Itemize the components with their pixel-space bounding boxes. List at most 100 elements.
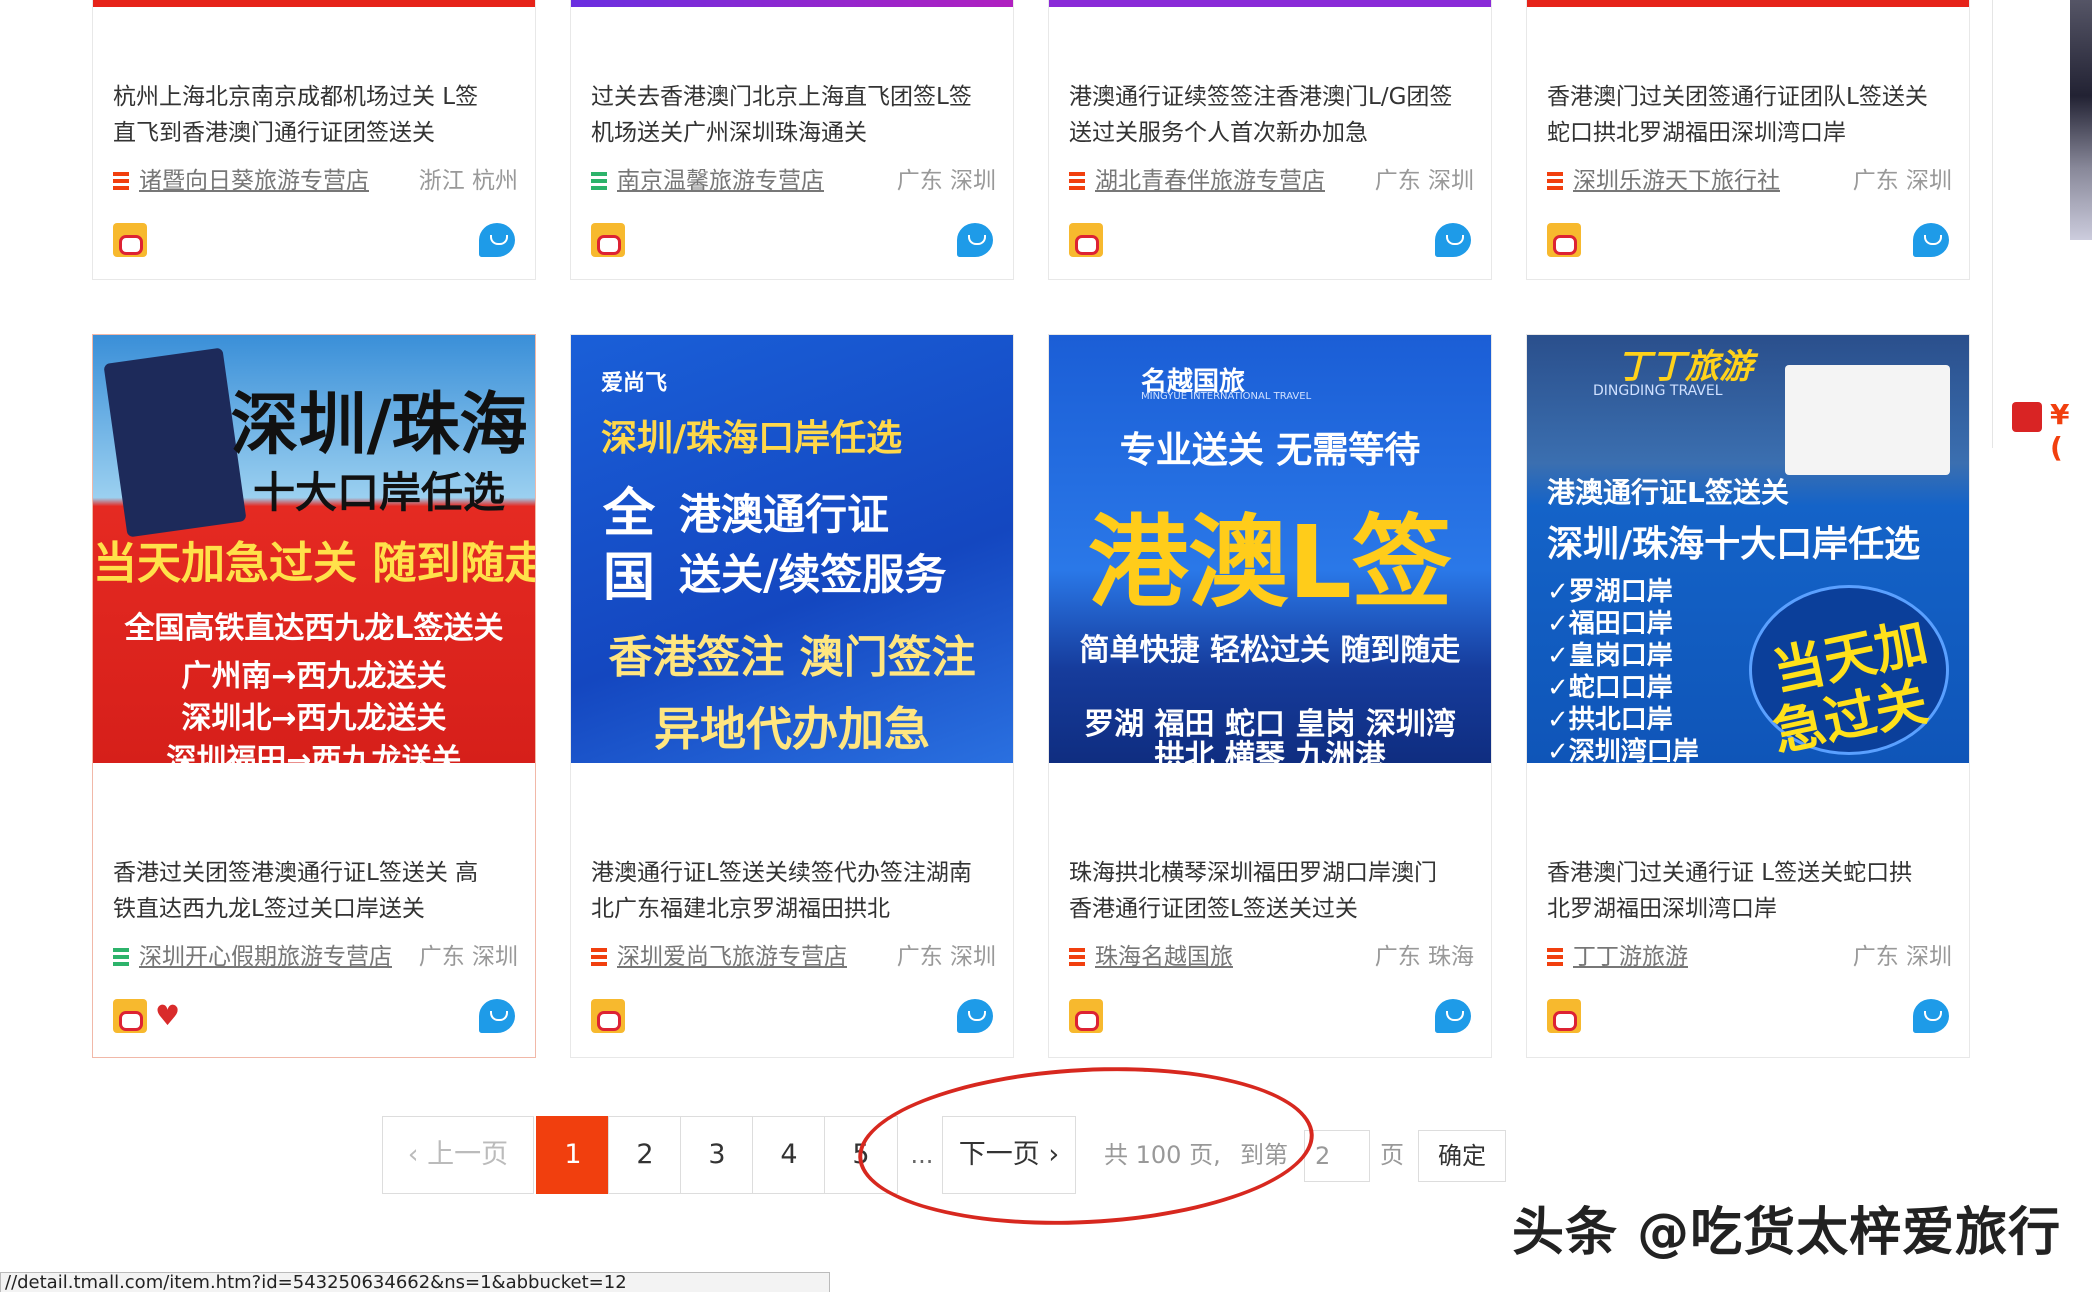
product-image[interactable]: 名越国旅 MINGYUE INTERNATIONAL TRAVEL 专业送关 无… — [1049, 335, 1491, 763]
heart-badge-icon: ♥ — [155, 999, 181, 1032]
product-image[interactable] — [1049, 0, 1491, 7]
shop-row: 深圳爱尚飞旅游专营店 广东 深圳 — [591, 939, 996, 975]
shop-row: 南京温馨旅游专营店 广东 深圳 — [591, 163, 996, 199]
id-card-graphic — [1785, 365, 1950, 475]
wangwang-chat-icon[interactable] — [479, 223, 515, 257]
banner-text: 港澳L签 — [1088, 504, 1452, 621]
product-title[interactable]: 港澳通行证L签送关续签代办签注湖南 北广东福建北京罗湖福田拱北 — [591, 855, 991, 927]
annotation-circle — [854, 1056, 1318, 1236]
banner-text: 十大口岸任选 — [252, 468, 505, 517]
wangwang-chat-icon[interactable] — [1913, 999, 1949, 1033]
shop-location: 广东 深圳 — [418, 944, 518, 970]
shop-location: 广东 深圳 — [1852, 168, 1952, 194]
product-title[interactable]: 杭州上海北京南京成都机场过关 L签 直飞到香港澳门通行证团签送关 — [113, 79, 513, 151]
banner-text: 深圳北→西九龙送关 — [181, 701, 447, 736]
banner-text: 港澳通行证L签送关 — [1547, 476, 1789, 509]
product-image[interactable] — [1527, 0, 1969, 7]
shop-icon — [113, 948, 129, 966]
banner-text: 丁丁旅游 — [1617, 347, 1753, 387]
shop-icon — [1069, 948, 1085, 966]
banner-text: 送关/续签服务 — [679, 550, 947, 599]
side-product-image[interactable] — [2070, 0, 2092, 240]
wangwang-chat-icon[interactable] — [1435, 223, 1471, 257]
page-1-button[interactable]: 1 — [536, 1116, 610, 1194]
product-title[interactable]: 珠海拱北横琴深圳福田罗湖口岸澳门 香港通行证团签L签送关过关 — [1069, 855, 1469, 927]
shop-icon — [1069, 172, 1085, 190]
product-image[interactable]: 爱尚飞 深圳/珠海口岸任选 全 国 港澳通行证 送关/续签服务 香港签注 澳门签… — [571, 335, 1013, 763]
product-title[interactable]: 港澳通行证续签签注香港澳门L/G团签 送过关服务个人首次新办加急 — [1069, 79, 1469, 151]
product-title[interactable]: 香港过关团签港澳通行证L签送关 高铁直达西九龙L签过关口岸送关 — [113, 855, 513, 927]
product-card[interactable]: 过关去香港澳门北京上海直飞团签L签 机场送关广州深圳珠海通关 南京温馨旅游专营店 … — [570, 0, 1014, 280]
banner-text: ✓深圳湾口岸 — [1547, 737, 1699, 763]
shop-row: 诸暨向日葵旅游专营店 浙江 杭州 — [113, 163, 518, 199]
product-title[interactable]: 香港澳门过关通行证 L签送关蛇口拱 北罗湖福田深圳湾口岸 — [1547, 855, 1947, 927]
product-image[interactable]: 深圳/珠海 十大口岸任选 当天加急过关 随到随走 全国高铁直达西九龙L签送关 广… — [93, 335, 535, 763]
banner-text: 深圳福田→西九龙送关 — [166, 743, 462, 763]
shop-link[interactable]: 珠海名越国旅 — [1095, 939, 1233, 975]
banner-text: 拱北 横琴 九洲港 — [1154, 739, 1386, 763]
shop-row: 珠海名越国旅 广东 珠海 — [1069, 939, 1474, 975]
shop-link[interactable]: 深圳爱尚飞旅游专营店 — [617, 939, 847, 975]
banner-text: 香港签注 澳门签注 — [608, 632, 976, 683]
wangwang-chat-icon[interactable] — [1435, 999, 1471, 1033]
shop-row: 深圳开心假期旅游专营店 广东 深圳 — [113, 939, 518, 975]
cart-icon[interactable] — [2012, 402, 2042, 432]
product-card[interactable]: 杭州上海北京南京成都机场过关 L签 直飞到香港澳门通行证团签送关 诸暨向日葵旅游专… — [92, 0, 536, 280]
tmall-badge-icon — [113, 999, 147, 1033]
banner-text: 异地代办加急 — [654, 702, 930, 756]
tmall-badge-icon — [1547, 999, 1581, 1033]
confirm-button[interactable]: 确定 — [1418, 1130, 1506, 1182]
shop-icon — [591, 172, 607, 190]
banner-text: MINGYUE INTERNATIONAL TRAVEL — [1141, 391, 1312, 402]
product-title[interactable]: 香港澳门过关团签通行证团队L签送关 蛇口拱北罗湖福田深圳湾口岸 — [1547, 79, 1947, 151]
product-card[interactable]: 香港澳门过关团签通行证团队L签送关 蛇口拱北罗湖福田深圳湾口岸 深圳乐游天下旅行社… — [1526, 0, 1970, 280]
wangwang-chat-icon[interactable] — [479, 999, 515, 1033]
product-card[interactable]: 港澳通行证续签签注香港澳门L/G团签 送过关服务个人首次新办加急 湖北青春伴旅游专… — [1048, 0, 1492, 280]
wangwang-chat-icon[interactable] — [957, 223, 993, 257]
shop-icon — [591, 948, 607, 966]
product-image[interactable] — [571, 0, 1013, 7]
page-3-button[interactable]: 3 — [680, 1116, 754, 1194]
product-title[interactable]: 过关去香港澳门北京上海直飞团签L签 机场送关广州深圳珠海通关 — [591, 79, 991, 151]
banner-text: DINGDING TRAVEL — [1593, 383, 1723, 399]
product-image[interactable] — [93, 0, 535, 7]
shop-row: 湖北青春伴旅游专营店 广东 深圳 — [1069, 163, 1474, 199]
watermark: 头条 @吃货太梓爱旅行 — [1512, 1203, 2062, 1263]
shop-location: 广东 深圳 — [896, 944, 996, 970]
tmall-badge-icon — [1547, 223, 1581, 257]
shop-location: 广东 深圳 — [1374, 168, 1474, 194]
shop-link[interactable]: 深圳开心假期旅游专营店 — [139, 939, 392, 975]
page-4-button[interactable]: 4 — [752, 1116, 826, 1194]
shop-link[interactable]: 丁丁游旅游 — [1573, 939, 1688, 975]
banner-text: 深圳/珠海十大口岸任选 — [1547, 524, 1921, 565]
tmall-badge-icon — [591, 999, 625, 1033]
side-price: ¥ ( — [2050, 398, 2070, 464]
status-bar-url: //detail.tmall.com/item.htm?id=543250634… — [0, 1272, 830, 1292]
page-2-button[interactable]: 2 — [608, 1116, 682, 1194]
banner-text: 当天加急过关 随到随走 — [93, 538, 535, 589]
tmall-badge-icon — [113, 223, 147, 257]
shop-location: 广东 珠海 — [1374, 944, 1474, 970]
banner-text: 深圳/珠海口岸任选 — [601, 418, 903, 459]
shop-link[interactable]: 湖北青春伴旅游专营店 — [1095, 163, 1325, 199]
goto-page-input[interactable]: 2 — [1304, 1130, 1370, 1182]
shop-icon — [113, 172, 129, 190]
shop-link[interactable]: 深圳乐游天下旅行社 — [1573, 163, 1780, 199]
banner-text: 简单快捷 轻松过关 随到随走 — [1079, 633, 1461, 668]
product-card[interactable]: 名越国旅 MINGYUE INTERNATIONAL TRAVEL 专业送关 无… — [1048, 334, 1492, 1058]
product-image[interactable]: 丁丁旅游 DINGDING TRAVEL 港澳通行证L签送关 深圳/珠海十大口岸… — [1527, 335, 1969, 763]
shop-icon — [1547, 948, 1563, 966]
banner-text: 全国高铁直达西九龙L签送关 — [124, 611, 504, 646]
wangwang-chat-icon[interactable] — [957, 999, 993, 1033]
banner-text: 爱尚飞 — [601, 371, 668, 396]
shop-link[interactable]: 诸暨向日葵旅游专营店 — [139, 163, 369, 199]
product-card[interactable]: 丁丁旅游 DINGDING TRAVEL 港澳通行证L签送关 深圳/珠海十大口岸… — [1526, 334, 1970, 1058]
shop-location: 广东 深圳 — [896, 168, 996, 194]
product-card[interactable]: 爱尚飞 深圳/珠海口岸任选 全 国 港澳通行证 送关/续签服务 香港签注 澳门签… — [570, 334, 1014, 1058]
wangwang-chat-icon[interactable] — [1913, 223, 1949, 257]
shop-icon — [1547, 172, 1563, 190]
product-card[interactable]: 深圳/珠海 十大口岸任选 当天加急过关 随到随走 全国高铁直达西九龙L签送关 广… — [92, 334, 536, 1058]
banner-text: 广州南→西九龙送关 — [181, 659, 447, 694]
shop-link[interactable]: 南京温馨旅游专营店 — [617, 163, 824, 199]
prev-page-button[interactable]: ‹ 上一页 — [382, 1116, 534, 1194]
